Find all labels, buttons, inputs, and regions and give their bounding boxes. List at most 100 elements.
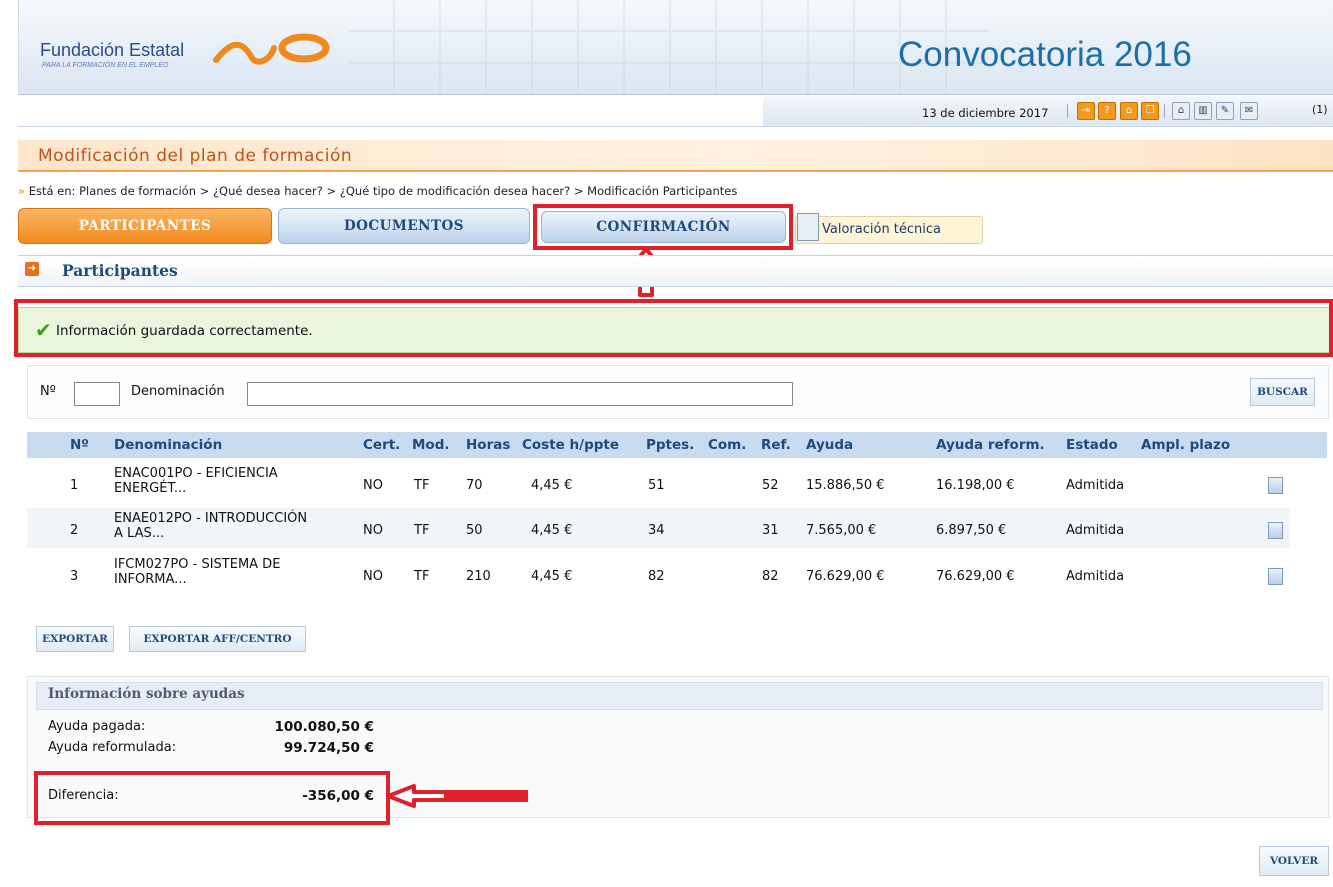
ayuda-reformulada-value: 99.724,50 € bbox=[283, 740, 374, 756]
cell-denominacion-line1: ENAE012PO - INTRODUCCIÓN bbox=[114, 511, 308, 526]
ayuda-reformulada-label: Ayuda reformulada: bbox=[48, 740, 177, 755]
export-button[interactable]: EXPORTAR bbox=[36, 626, 114, 652]
column-header-ayuda: Ayuda bbox=[806, 437, 854, 453]
toolbar-separator bbox=[1164, 104, 1165, 118]
cell-ref: 82 bbox=[762, 569, 779, 584]
cell-denominacion: ENAE012PO - INTRODUCCIÓN A LAS... bbox=[114, 511, 307, 541]
ayuda-pagada-value: 100.080,50 € bbox=[274, 719, 375, 735]
cell-mod: TF bbox=[414, 569, 430, 584]
breadcrumb-prefix: Está en: bbox=[28, 184, 76, 198]
brand-subtitle: PARA LA FORMACIÓN EN EL EMPLEO bbox=[42, 62, 169, 69]
cell-horas: 70 bbox=[466, 478, 483, 493]
cell-mod: TF bbox=[414, 478, 430, 493]
cell-ayuda: 76.629,00 € bbox=[806, 569, 885, 584]
annotation-box-diferencia bbox=[34, 771, 390, 825]
brand-name: Fundación Estatal bbox=[40, 40, 185, 60]
cell-ref: 52 bbox=[762, 478, 779, 493]
column-header-cert: Cert. bbox=[363, 437, 401, 453]
message-count[interactable]: (1) bbox=[1312, 103, 1328, 116]
tab-valoracion-tecnica[interactable]: Valoración técnica bbox=[795, 216, 983, 244]
export-aff-centro-button[interactable]: EXPORTAR AFF/CENTRO bbox=[129, 626, 306, 652]
annotation-arrow-left-icon bbox=[386, 784, 528, 808]
cell-denominacion-line1: ENAC001PO - EFICIENCIA bbox=[114, 466, 278, 481]
chart-icon[interactable]: ▥ bbox=[1194, 102, 1212, 120]
cell-ayuda: 15.886,50 € bbox=[806, 478, 885, 493]
help-icon[interactable]: ? bbox=[1098, 102, 1116, 120]
annotation-box-confirmacion bbox=[533, 204, 793, 250]
no-input[interactable] bbox=[74, 382, 120, 406]
panel-arrow-icon: ➜ bbox=[25, 262, 39, 276]
cell-horas: 50 bbox=[466, 523, 483, 538]
cell-denominacion-line2: A LAS... bbox=[114, 526, 165, 541]
panel-header bbox=[18, 255, 1333, 287]
home-icon[interactable]: ⌂ bbox=[1120, 102, 1138, 120]
mail-icon[interactable]: ✉ bbox=[1240, 102, 1258, 120]
column-header-estado: Estado bbox=[1066, 437, 1118, 453]
no-label: Nº bbox=[40, 384, 56, 399]
column-header-horas: Horas bbox=[466, 437, 511, 453]
column-header-no: Nº bbox=[70, 437, 89, 453]
column-header-ref: Ref. bbox=[761, 437, 791, 453]
cell-denominacion-line2: INFORMA... bbox=[114, 572, 187, 587]
cell-no: 3 bbox=[70, 569, 79, 584]
cell-ref: 31 bbox=[762, 523, 779, 538]
column-header-pptes: Pptes. bbox=[646, 437, 695, 453]
section-title: Modificación del plan de formación bbox=[38, 146, 353, 166]
inbox-icon[interactable]: ⌂ bbox=[1172, 102, 1190, 120]
column-header-mod: Mod. bbox=[412, 437, 450, 453]
cell-cert: NO bbox=[363, 569, 383, 584]
cell-estado: Admitida bbox=[1066, 523, 1125, 538]
logo-icon bbox=[213, 33, 330, 65]
toolbar-separator bbox=[1067, 104, 1068, 118]
cell-ayuda: 7.565,00 € bbox=[806, 523, 877, 538]
page-header-title: Convocatoria 2016 bbox=[898, 35, 1192, 74]
column-header-denominacion: Denominación bbox=[114, 437, 223, 453]
document-icon[interactable] bbox=[1268, 568, 1283, 585]
denominacion-input[interactable] bbox=[247, 382, 793, 406]
annotation-box-success bbox=[14, 299, 1333, 357]
copy-icon[interactable]: ❐ bbox=[1141, 102, 1159, 120]
cell-estado: Admitida bbox=[1066, 478, 1125, 493]
breadcrumb: » Está en: Planes de formación > ¿Qué de… bbox=[18, 184, 738, 198]
column-header-com: Com. bbox=[708, 437, 747, 453]
cell-no: 1 bbox=[70, 478, 79, 493]
cell-pptes: 82 bbox=[648, 569, 665, 584]
denominacion-label: Denominación bbox=[131, 384, 225, 399]
cell-ayuda-reform: 16.198,00 € bbox=[936, 478, 1015, 493]
exit-icon[interactable]: ⇥ bbox=[1077, 102, 1095, 120]
ayudas-title: Información sobre ayudas bbox=[48, 686, 245, 702]
cell-denominacion: ENAC001PO - EFICIENCIA ENERGÉT... bbox=[114, 466, 278, 496]
panel-title: Participantes bbox=[62, 261, 178, 280]
column-header-ayuda-reform: Ayuda reform. bbox=[936, 437, 1045, 453]
tab-documentos[interactable]: DOCUMENTOS bbox=[278, 208, 530, 244]
document-icon[interactable] bbox=[1268, 477, 1283, 494]
breadcrumb-path[interactable]: Planes de formación > ¿Qué desea hacer? … bbox=[79, 184, 737, 198]
cell-cert: NO bbox=[363, 478, 383, 493]
cell-coste: 4,45 € bbox=[531, 478, 573, 493]
cell-ayuda-reform: 76.629,00 € bbox=[936, 569, 1015, 584]
ayuda-pagada-label: Ayuda pagada: bbox=[48, 719, 146, 734]
cell-mod: TF bbox=[414, 523, 430, 538]
document-icon bbox=[797, 213, 819, 241]
search-button[interactable]: BUSCAR bbox=[1250, 378, 1315, 406]
cell-horas: 210 bbox=[466, 569, 491, 584]
cell-denominacion: IFCM027PO - SISTEMA DE INFORMA... bbox=[114, 557, 280, 587]
cell-denominacion-line1: IFCM027PO - SISTEMA DE bbox=[114, 557, 281, 572]
cell-estado: Admitida bbox=[1066, 569, 1125, 584]
cell-no: 2 bbox=[70, 523, 79, 538]
cell-coste: 4,45 € bbox=[531, 569, 573, 584]
volver-button[interactable]: VOLVER bbox=[1259, 846, 1329, 876]
column-header-ampl-plazo: Ampl. plazo bbox=[1141, 437, 1231, 453]
cell-pptes: 51 bbox=[648, 478, 665, 493]
cell-pptes: 34 bbox=[648, 523, 665, 538]
tab-valoracion-label: Valoración técnica bbox=[822, 222, 942, 237]
column-header-coste: Coste h/ppte bbox=[522, 437, 620, 453]
cell-cert: NO bbox=[363, 523, 383, 538]
cell-ayuda-reform: 6.897,50 € bbox=[936, 523, 1007, 538]
edit-icon[interactable]: ✎ bbox=[1216, 102, 1234, 120]
cell-coste: 4,45 € bbox=[531, 523, 573, 538]
cell-denominacion-line2: ENERGÉT... bbox=[114, 481, 187, 496]
tab-participantes[interactable]: PARTICIPANTES bbox=[18, 208, 272, 244]
document-icon[interactable] bbox=[1268, 522, 1283, 539]
current-date: 13 de diciembre 2017 bbox=[922, 106, 1049, 120]
